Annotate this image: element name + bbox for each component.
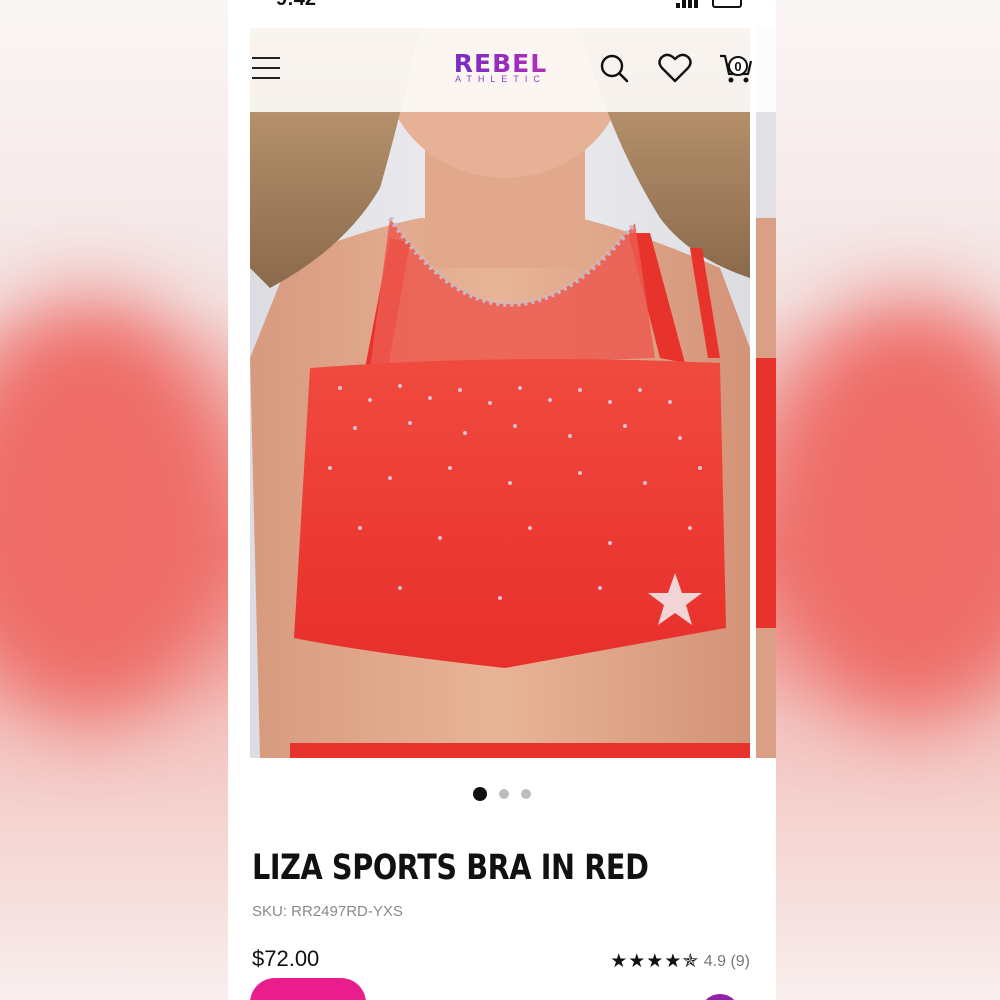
gallery-dot-3[interactable] <box>521 789 531 799</box>
add-to-cart-button[interactable] <box>250 978 366 1000</box>
battery-icon <box>712 0 742 8</box>
product-photo-art <box>250 28 750 758</box>
chat-button[interactable] <box>700 994 740 1000</box>
gallery-pagination <box>228 786 776 804</box>
next-photo-peek[interactable] <box>756 28 776 758</box>
cart-count: 0 <box>734 59 741 74</box>
phone-screen: 9:42 <box>228 0 776 1000</box>
gallery-dot-2[interactable] <box>499 789 509 799</box>
product-rating[interactable]: ★★★★✯ 4.9 (9) <box>610 950 750 973</box>
rating-value: 4.9 <box>703 953 726 970</box>
review-count: (9) <box>730 953 750 970</box>
hamburger-menu-icon[interactable] <box>252 57 280 81</box>
gallery-dot-1[interactable] <box>473 787 487 801</box>
product-gallery[interactable] <box>250 28 776 758</box>
signal-icon <box>675 3 680 8</box>
rating-stars-icon: ★★★★✯ <box>610 951 700 972</box>
product-title: LIZA SPORTS BRA IN RED <box>252 848 649 888</box>
heart-icon[interactable] <box>658 52 692 84</box>
logo-wordmark: REBEL <box>433 51 568 76</box>
cart-icon[interactable]: 0 <box>718 52 754 84</box>
next-photo-art <box>756 28 776 758</box>
product-sku: SKU: RR2497RD-YXS <box>252 903 403 920</box>
status-time: 9:42 <box>276 0 316 11</box>
status-icons <box>675 0 742 8</box>
status-bar: 9:42 <box>228 0 776 11</box>
product-photo <box>250 28 750 758</box>
search-icon[interactable] <box>598 52 630 84</box>
brand-logo[interactable]: REBEL ATHLETIC <box>433 51 568 84</box>
product-price: $72.00 <box>252 946 320 971</box>
